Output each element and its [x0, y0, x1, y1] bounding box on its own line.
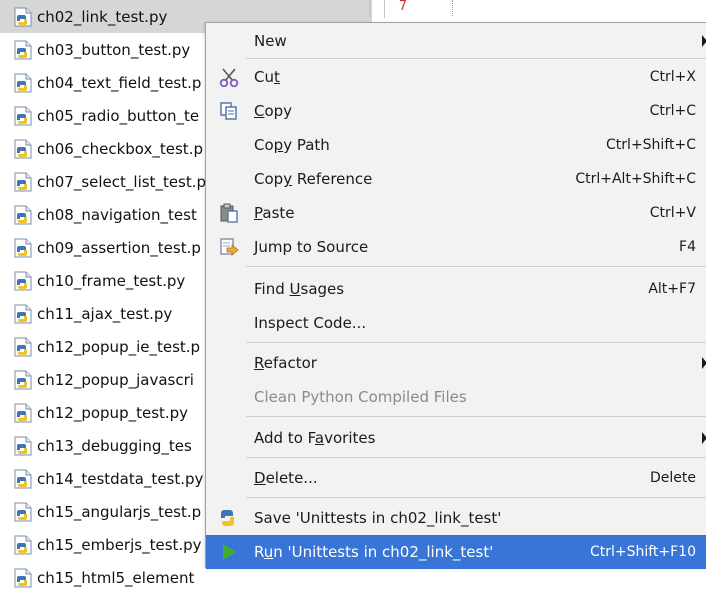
menu-item-label: Cut: [254, 68, 280, 86]
submenu-arrow-icon: [702, 35, 706, 47]
file-name: ch08_navigation_test: [37, 205, 197, 224]
right-margin-guide: [452, 0, 453, 16]
python-file-icon: [14, 172, 32, 191]
file-name: ch03_button_test.py: [37, 40, 191, 59]
menu-item-shortcut: Ctrl+V: [649, 205, 696, 221]
menu-item-label: Clean Python Compiled Files: [254, 388, 467, 406]
menu-item-label: Paste: [254, 204, 295, 222]
copy-icon: [217, 100, 241, 122]
python-file-icon: [14, 271, 32, 290]
file-name: ch09_assertion_test.p: [37, 238, 201, 257]
python-file-icon: [14, 106, 32, 125]
python-file-icon: [14, 40, 32, 59]
menu-item-new[interactable]: New: [206, 24, 706, 58]
menu-item-clean-python-compiled-files: Clean Python Compiled Files: [206, 380, 706, 414]
python-save-icon: [217, 507, 241, 529]
file-name: ch15_angularjs_test.p: [37, 502, 202, 521]
menu-item-copy[interactable]: Copy Ctrl+C: [206, 94, 706, 128]
menu-item-shortcut: Ctrl+Alt+Shift+C: [575, 171, 696, 187]
menu-separator: [246, 58, 706, 59]
menu-item-copy-path[interactable]: Copy Path Ctrl+Shift+C: [206, 128, 706, 162]
python-file-icon: [14, 139, 32, 158]
python-file-icon: [14, 304, 32, 323]
menu-separator: [246, 457, 706, 458]
menu-item-shortcut: Ctrl+Shift+C: [606, 137, 696, 153]
menu-item-cut[interactable]: Cut Ctrl+X: [206, 60, 706, 94]
python-file-icon: [14, 568, 32, 587]
menu-item-label: Delete...: [254, 469, 318, 487]
menu-item-paste[interactable]: Paste Ctrl+V: [206, 196, 706, 230]
menu-separator: [246, 497, 706, 498]
scissors-icon: [217, 66, 241, 88]
menu-item-find-usages[interactable]: Find Usages Alt+F7: [206, 272, 706, 306]
submenu-arrow-icon: [702, 432, 706, 444]
context-menu: New Cut Ctrl+X Copy Ctrl+C Copy Path Ctr…: [205, 22, 706, 569]
file-name: ch04_text_field_test.p: [37, 73, 202, 92]
file-name: ch05_radio_button_te: [37, 106, 200, 125]
python-file-icon: [14, 403, 32, 422]
file-name: ch10_frame_test.py: [37, 271, 186, 290]
menu-item-delete[interactable]: Delete... Delete: [206, 461, 706, 495]
submenu-arrow-icon: [702, 357, 706, 369]
file-name: ch12_popup_ie_test.p: [37, 337, 201, 356]
python-file-icon: [14, 436, 32, 455]
menu-separator: [246, 266, 706, 267]
menu-item-shortcut: Delete: [650, 470, 696, 486]
file-name: ch12_popup_javascri: [37, 370, 194, 389]
menu-item-shortcut: Ctrl+C: [649, 103, 696, 119]
gutter-divider: [384, 0, 385, 18]
menu-separator: [246, 342, 706, 343]
menu-item-label: Copy: [254, 102, 293, 120]
menu-item-label: Refactor: [254, 354, 317, 372]
menu-item-run-unittests[interactable]: Run 'Unittests in ch02_link_test' Ctrl+S…: [206, 535, 706, 569]
menu-item-copy-reference[interactable]: Copy Reference Ctrl+Alt+Shift+C: [206, 162, 706, 196]
menu-item-inspect-code[interactable]: Inspect Code...: [206, 306, 706, 340]
menu-item-label: Copy Reference: [254, 170, 373, 188]
file-name: ch02_link_test.py: [37, 7, 168, 26]
jump-to-source-icon: [217, 236, 241, 258]
python-file-icon: [14, 370, 32, 389]
menu-item-shortcut: F4: [679, 239, 696, 255]
menu-separator: [246, 416, 706, 417]
menu-item-label: Save 'Unittests in ch02_link_test': [254, 509, 502, 527]
run-triangle-icon: [217, 541, 241, 563]
file-name: ch11_ajax_test.py: [37, 304, 173, 323]
python-file-icon: [14, 73, 32, 92]
python-file-icon: [14, 337, 32, 356]
file-name: ch15_html5_element: [37, 568, 195, 587]
menu-item-label: Find Usages: [254, 280, 345, 298]
menu-item-save-unittests[interactable]: Save 'Unittests in ch02_link_test': [206, 501, 706, 535]
menu-item-label: Jump to Source: [254, 238, 369, 256]
file-name: ch12_popup_test.py: [37, 403, 189, 422]
python-file-icon: [14, 535, 32, 554]
file-name: ch14_testdata_test.py: [37, 469, 204, 488]
menu-item-add-to-favorites[interactable]: Add to Favorites: [206, 421, 706, 455]
python-file-icon: [14, 469, 32, 488]
menu-item-shortcut: Ctrl+Shift+F10: [589, 544, 696, 560]
file-name: ch06_checkbox_test.p: [37, 139, 203, 158]
python-file-icon: [14, 7, 32, 26]
menu-item-label: Copy Path: [254, 136, 330, 154]
file-name: ch15_emberjs_test.py: [37, 535, 202, 554]
gutter-line-number: 7: [399, 0, 407, 14]
menu-item-label: Inspect Code...: [254, 314, 367, 332]
file-name: ch07_select_list_test.p: [37, 172, 207, 191]
menu-item-label: New: [254, 32, 287, 50]
python-file-icon: [14, 238, 32, 257]
python-file-icon: [14, 502, 32, 521]
menu-item-label: Run 'Unittests in ch02_link_test': [254, 543, 494, 561]
menu-item-label: Add to Favorites: [254, 429, 376, 447]
python-file-icon: [14, 205, 32, 224]
menu-item-shortcut: Ctrl+X: [649, 69, 696, 85]
menu-item-jump-to-source[interactable]: Jump to Source F4: [206, 230, 706, 264]
file-name: ch13_debugging_tes: [37, 436, 192, 455]
menu-item-refactor[interactable]: Refactor: [206, 346, 706, 380]
paste-icon: [217, 202, 241, 224]
menu-item-shortcut: Alt+F7: [648, 281, 696, 297]
panel-divider[interactable]: [369, 0, 371, 18]
